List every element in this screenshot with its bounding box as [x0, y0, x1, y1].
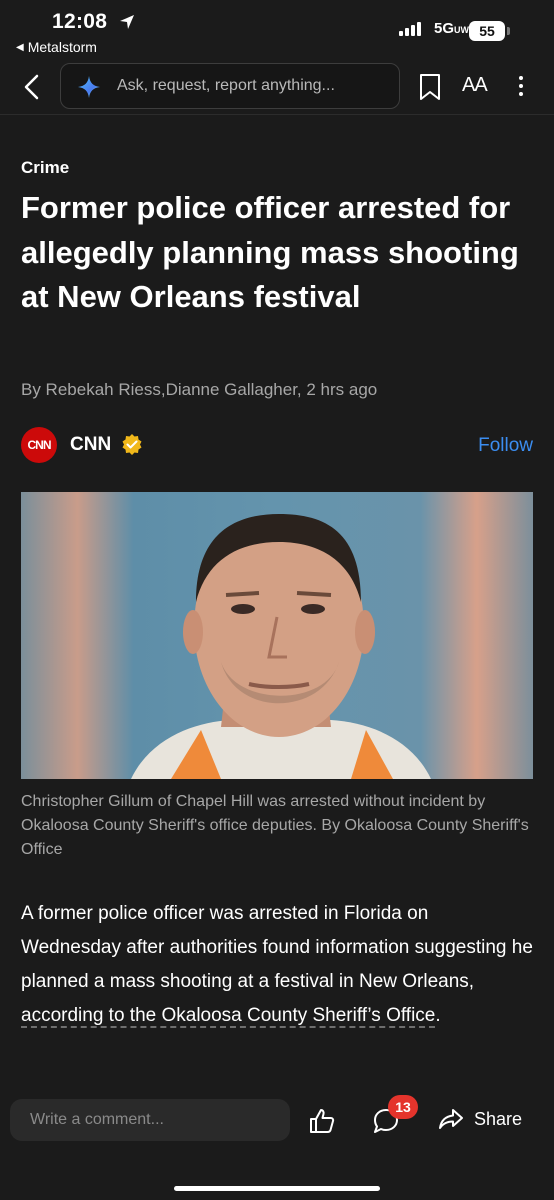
body-text-end: . — [435, 1005, 441, 1026]
battery-icon: 55 — [469, 21, 510, 41]
source-link[interactable]: according to the Okaloosa County Sheriff… — [21, 1005, 436, 1028]
share-arrow-icon — [439, 1109, 463, 1129]
publisher-logo[interactable]: CNN — [21, 427, 57, 463]
bookmark-icon[interactable] — [418, 73, 442, 101]
article-body-paragraph: A former police officer was arrested in … — [21, 897, 533, 1033]
back-triangle-icon: ◀ — [16, 41, 24, 53]
back-to-app-link[interactable]: ◀ Metalstorm — [16, 39, 97, 55]
search-placeholder: Ask, request, report anything... — [117, 77, 335, 94]
comment-input[interactable]: Write a comment... — [10, 1099, 290, 1141]
home-indicator[interactable] — [174, 1186, 380, 1191]
copilot-search-input[interactable]: Ask, request, report anything... — [60, 63, 400, 109]
share-button[interactable]: Share — [438, 1107, 522, 1131]
more-options-icon[interactable] — [519, 76, 525, 100]
article-category[interactable]: Crime — [21, 158, 69, 178]
sparkle-icon — [78, 76, 100, 98]
article-photo[interactable] — [21, 492, 533, 779]
network-type: 5GUW — [434, 20, 470, 37]
article-byline: By Rebekah Riess,Dianne Gallagher, 2 hrs… — [21, 380, 378, 399]
clock: 12:08 — [52, 10, 108, 33]
thumbs-up-icon[interactable] — [308, 1107, 336, 1135]
back-app-name: Metalstorm — [27, 39, 97, 55]
verified-badge-icon — [122, 434, 142, 455]
photo-caption: Christopher Gillum of Chapel Hill was ar… — [21, 793, 529, 858]
cellular-signal-icon — [399, 22, 421, 36]
bottom-action-bar: Write a comment... Share — [0, 1080, 554, 1200]
article-headline: Former police officer arrested for alleg… — [21, 190, 519, 314]
comment-count-badge: 13 — [388, 1095, 418, 1119]
text-size-button[interactable]: AA — [462, 74, 488, 97]
body-text-intro: A former police officer was arrested in … — [21, 903, 533, 992]
publisher-row: CNN CNN Follow — [21, 425, 533, 465]
follow-button[interactable]: Follow — [478, 435, 533, 457]
status-bar: 12:08 ◀ Metalstorm 5GUW 55 — [0, 0, 554, 60]
top-navigation: Ask, request, report anything... AA — [0, 60, 554, 115]
comment-placeholder: Write a comment... — [30, 1111, 164, 1128]
location-arrow-icon — [120, 15, 134, 29]
share-label: Share — [474, 1108, 523, 1129]
mugshot-illustration — [131, 514, 431, 779]
back-chevron-icon[interactable] — [18, 72, 48, 102]
publisher-name[interactable]: CNN — [70, 434, 111, 456]
